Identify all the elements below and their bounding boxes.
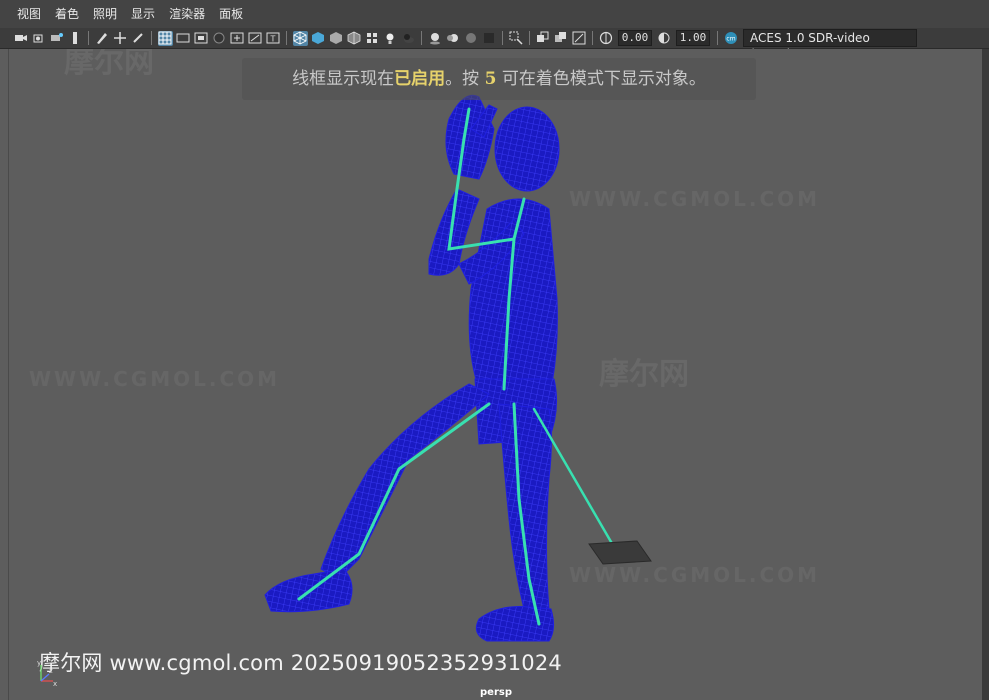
grease-brush-icon[interactable] (131, 31, 146, 46)
wireframe-icon[interactable] (292, 30, 308, 46)
smooth-shade-icon[interactable] (311, 31, 326, 46)
default-material-icon[interactable] (329, 31, 344, 46)
field-chart-icon[interactable] (230, 31, 245, 46)
depth-of-field-icon[interactable] (482, 31, 497, 46)
banner-highlight: 已启用 (394, 69, 446, 89)
character-front-leg[interactable] (320, 383, 490, 580)
shadows-icon[interactable] (401, 31, 416, 46)
menu-view[interactable]: 视图 (0, 0, 48, 28)
color-management-icon[interactable]: cm (724, 31, 739, 46)
camera-attributes-icon[interactable] (32, 31, 47, 46)
character-mesh[interactable] (264, 94, 560, 642)
camera-select-icon[interactable] (14, 31, 29, 46)
character-back-leg[interactable] (498, 403, 552, 610)
axis-x-label: x (53, 680, 57, 687)
svg-text:cm: cm (726, 36, 735, 43)
axis-y-label: y (37, 659, 41, 667)
bookmark-camera-icon[interactable] (50, 31, 65, 46)
credit-watermark: 摩尔网 www.cgmol.com 20250919052352931024 (39, 651, 562, 675)
window-edge (982, 49, 989, 700)
maya-viewport-window: 视图 着色 照明 显示 渲染器 面板 T 0.00 1.00 cm ACES 1… (0, 0, 989, 700)
gamma-field[interactable] (676, 30, 710, 46)
safe-title-icon[interactable]: T (266, 31, 281, 46)
xray-joints-icon[interactable] (554, 31, 569, 46)
image-plane-icon[interactable] (68, 31, 83, 46)
menu-lighting[interactable]: 照明 (86, 0, 124, 28)
textured-icon[interactable] (365, 31, 380, 46)
pole-vector-plane[interactable] (588, 540, 652, 565)
screen-space-ao-icon[interactable] (428, 31, 443, 46)
gate-mask-icon[interactable] (212, 31, 227, 46)
use-all-lights-icon[interactable] (383, 31, 398, 46)
banner-key: 5 (484, 69, 497, 89)
panel-toolbar: T cm ACES 1.0 SDR-video (sRGB) (0, 28, 989, 61)
xray-icon[interactable] (536, 31, 551, 46)
gamma-icon[interactable] (657, 31, 672, 46)
resolution-gate-icon[interactable] (194, 31, 209, 46)
view-axis-icon: y x z (37, 659, 57, 687)
wireframe-notice-banner: 线框显示现在已启用。按 5 可在着色模式下显示对象。 (242, 58, 756, 100)
banner-prefix: 线框显示现在 (292, 69, 395, 89)
character-head[interactable] (494, 106, 560, 192)
backface-culling-icon[interactable] (572, 31, 587, 46)
exposure-field[interactable] (618, 30, 652, 46)
isolate-select-icon[interactable] (509, 31, 524, 46)
multisample-aa-icon[interactable] (464, 31, 479, 46)
safe-action-icon[interactable] (248, 31, 263, 46)
toolbar-separator (286, 31, 287, 45)
menu-shading[interactable]: 着色 (48, 0, 86, 28)
toolbar-separator (88, 31, 89, 45)
banner-suffix: 可在着色模式下显示对象。 (496, 69, 706, 89)
wireframe-on-shaded-icon[interactable] (347, 31, 362, 46)
wireframe-scene (264, 94, 652, 642)
toolbar-separator (717, 31, 718, 45)
film-gate-icon[interactable] (176, 31, 191, 46)
camera-name-label: persp (480, 687, 512, 698)
2d-pan-zoom-icon[interactable] (113, 31, 128, 46)
svg-text:T: T (270, 35, 276, 44)
view-transform-dropdown[interactable]: ACES 1.0 SDR-video (sRGB) (743, 29, 917, 61)
character-back-shoe[interactable] (475, 606, 555, 642)
grid-icon[interactable] (157, 30, 173, 46)
axis-z-label: z (49, 667, 53, 675)
exposure-icon[interactable] (599, 31, 614, 46)
grease-pencil-icon[interactable] (95, 31, 110, 46)
motion-blur-icon[interactable] (446, 31, 461, 46)
3d-viewport[interactable]: 摩尔网 摩尔网 WWW.CGMOL.COM WWW.CGMOL.COM WWW.… (8, 49, 984, 700)
menu-panels[interactable]: 面板 (212, 0, 250, 28)
toolbar-separator (151, 31, 152, 45)
toolbar-separator (592, 31, 593, 45)
menu-renderer[interactable]: 渲染器 (162, 0, 212, 28)
banner-mid: 。按 (445, 69, 485, 89)
panel-menu-bar: 视图 着色 照明 显示 渲染器 面板 (0, 0, 989, 28)
toolbar-separator (502, 31, 503, 45)
menu-show[interactable]: 显示 (124, 0, 162, 28)
toolbar-separator (421, 31, 422, 45)
toolbar-separator (529, 31, 530, 45)
